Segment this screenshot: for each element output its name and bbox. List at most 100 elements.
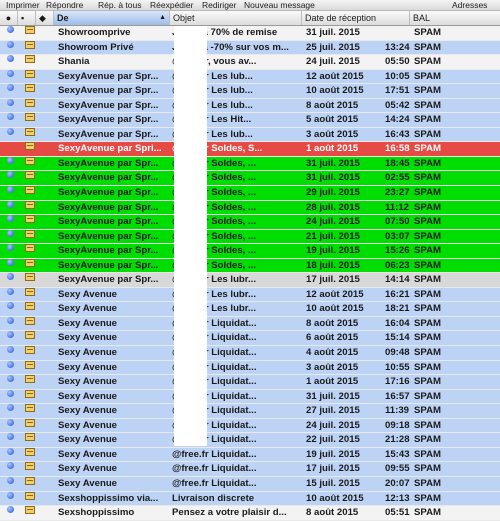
message-row[interactable]: SexyAvenue par Spr... @free.fr Les Hit...…	[0, 113, 500, 128]
message-row[interactable]: SexyAvenue par Spr... @free.fr Soldes, ..…	[0, 200, 500, 216]
message-row[interactable]: Sexy Avenue @free.fr Liquidat... 8 août 20…	[0, 316, 500, 332]
message-time: 09:55	[385, 463, 410, 475]
message-date: 1 août 2015	[306, 143, 359, 155]
envelope-icon	[25, 506, 35, 515]
message-mailbox: SPAM	[414, 245, 442, 257]
message-row[interactable]: Sexy Avenue @free.fr Liquidat... 19 juil. …	[0, 447, 500, 463]
message-row[interactable]: SexyAvenue par Spr... @free.fr Les lub...…	[0, 69, 500, 85]
unread-dot-icon	[7, 302, 14, 310]
message-mailbox: SPAM	[414, 492, 442, 504]
message-row[interactable]: Sexy Avenue @free.fr Liquidat... 1 août 20…	[0, 375, 500, 390]
message-row[interactable]: Sexy Avenue @free.fr Les lubr... 12 août 2…	[0, 287, 500, 303]
message-row[interactable]: SexyAvenue par Spr... @free.fr Soldes, ..…	[0, 215, 500, 230]
redirect-button[interactable]: Rediriger	[202, 0, 237, 10]
message-date: 29 juil. 2015	[306, 187, 360, 199]
message-date: 25 juil. 2015	[306, 41, 360, 53]
message-date: 19 juil. 2015	[306, 245, 360, 257]
message-row[interactable]: SexyAvenue par Spr... @free.fr Soldes, ..…	[0, 186, 500, 201]
envelope-icon	[25, 98, 35, 107]
message-date: 24 juil. 2015	[306, 56, 360, 68]
message-date: 22 juil. 2015	[306, 434, 360, 446]
message-from: Sexy Avenue	[58, 332, 118, 344]
message-date: 18 juil. 2015	[306, 259, 360, 271]
message-row[interactable]: Sexy Avenue @free.fr Liquidat... 22 juil. …	[0, 433, 500, 448]
message-row[interactable]: Sexy Avenue @free.fr Les lubr... 10 août 2…	[0, 302, 500, 317]
unread-dot-icon	[7, 404, 14, 412]
envelope-icon	[25, 69, 35, 78]
envelope-icon	[25, 404, 35, 413]
message-time: 05:51	[385, 507, 410, 519]
message-row[interactable]: Sexy Avenue @free.fr Liquidat... 4 août 20…	[0, 346, 500, 361]
message-subject: Pensez a votre plaisir d...	[172, 507, 287, 519]
message-row[interactable]: SexyAvenue par Spr... @free.fr Soldes, ..…	[0, 258, 500, 274]
message-date: 10 août 2015	[306, 303, 364, 315]
message-mailbox: SPAM	[414, 405, 442, 417]
attachment-column[interactable]: ◆	[36, 11, 54, 25]
message-from: SexyAvenue par Spr...	[58, 259, 159, 271]
unread-dot-icon	[7, 506, 14, 514]
message-time: 02:55	[385, 172, 410, 184]
envelope-icon	[25, 229, 35, 238]
message-row[interactable]: SexyAvenue par Spr... @free.fr Soldes, ..…	[0, 156, 500, 172]
envelope-icon	[25, 273, 35, 282]
message-time: 03:07	[385, 230, 410, 242]
message-row[interactable]: Sexy Avenue @free.fr Liquidat... 27 juil. …	[0, 404, 500, 419]
message-row[interactable]: Sexy Avenue @free.fr Liquidat... 31 juil. …	[0, 389, 500, 405]
message-date: 24 juil. 2015	[306, 216, 360, 228]
flag-column[interactable]: ▪	[18, 11, 36, 25]
print-button[interactable]: Imprimer	[6, 0, 40, 10]
message-row[interactable]: Shania @free.fr, vous av... 24 juil. 2015 0…	[0, 55, 500, 70]
message-row[interactable]: Sexy Avenue @free.fr Liquidat... 24 juil. …	[0, 418, 500, 434]
message-row[interactable]: Sexshoppissimo via... Livraison discrete 1…	[0, 491, 500, 507]
reply-all-button[interactable]: Rép. à tous	[98, 0, 141, 10]
message-row[interactable]: SexyAvenue par Spr... @free.fr Les lub...…	[0, 127, 500, 143]
message-mailbox: SPAM	[414, 201, 442, 213]
message-mailbox: SPAM	[414, 187, 442, 199]
message-from: Sexy Avenue	[58, 477, 118, 489]
envelope-icon	[25, 346, 35, 355]
message-mailbox: SPAM	[414, 143, 442, 155]
message-row[interactable]: SexyAvenue par Spr... @free.fr Soldes, ..…	[0, 171, 500, 187]
message-from: Showroomprive	[58, 27, 131, 38]
message-from: Shania	[58, 56, 90, 68]
new-message-button[interactable]: Nouveau message	[244, 0, 315, 10]
message-row[interactable]: Sexshoppissimo Pensez a votre plaisir d..…	[0, 506, 500, 521]
message-row[interactable]: SexyAvenue par Spr... @free.fr Les lub...…	[0, 98, 500, 114]
message-row[interactable]: SexyAvenue par Spri... @free.fr Soldes, S…	[0, 142, 500, 157]
message-row[interactable]: SexyAvenue par Spr... @free.fr Soldes, ..…	[0, 244, 500, 259]
unread-dot-icon	[7, 98, 14, 106]
message-time: 12:13	[385, 492, 410, 504]
message-row[interactable]: SexyAvenue par Spr... @free.fr Soldes, ..…	[0, 229, 500, 245]
read-dot-header-icon: ●	[5, 13, 12, 23]
reply-button[interactable]: Répondre	[46, 0, 83, 10]
message-row[interactable]: Sexy Avenue @free.fr Liquidat... 6 août 20…	[0, 331, 500, 347]
message-date: 28 juil. 2015	[306, 201, 360, 213]
envelope-icon	[25, 215, 35, 224]
column-from[interactable]: De ▲	[54, 11, 170, 25]
message-mailbox: SPAM	[414, 507, 442, 519]
message-row[interactable]: Sexy Avenue @free.fr Liquidat... 15 juil. …	[0, 476, 500, 492]
column-date[interactable]: Date de réception	[302, 11, 410, 25]
message-from: SexyAvenue par Spr...	[58, 99, 159, 111]
message-time: 09:48	[385, 347, 410, 359]
unread-dot-icon	[7, 258, 14, 266]
addresses-button[interactable]: Adresses	[452, 0, 487, 10]
message-mailbox: SPAM	[414, 390, 442, 402]
message-time: 11:39	[385, 405, 410, 417]
column-bal[interactable]: BAL	[410, 11, 500, 25]
message-row[interactable]: Sexy Avenue @free.fr Liquidat... 3 août 20…	[0, 360, 500, 376]
message-time: 09:18	[385, 419, 410, 431]
message-row[interactable]: SexyAvenue par Spr... @free.fr Les lubr..…	[0, 273, 500, 288]
message-date: 17 juil. 2015	[306, 463, 360, 475]
message-from: SexyAvenue par Spr...	[58, 245, 159, 257]
message-from: SexyAvenue par Spr...	[58, 230, 159, 242]
message-row[interactable]: SexyAvenue par Spr... @free.fr Les lub...…	[0, 84, 500, 99]
read-status-column[interactable]: ●	[0, 11, 18, 25]
forward-button[interactable]: Réexpédier	[150, 0, 193, 10]
message-from: Sexy Avenue	[58, 419, 118, 431]
column-subject[interactable]: Objet	[170, 11, 302, 25]
message-row[interactable]: Showroomprive Jusqu'à 70% de remise 31 jui…	[0, 26, 500, 41]
envelope-icon	[25, 186, 35, 195]
attachment-header-icon: ◆	[39, 13, 46, 23]
message-row[interactable]: Showroom Privé Jusqu'à -70% sur vos m... 2…	[0, 40, 500, 56]
